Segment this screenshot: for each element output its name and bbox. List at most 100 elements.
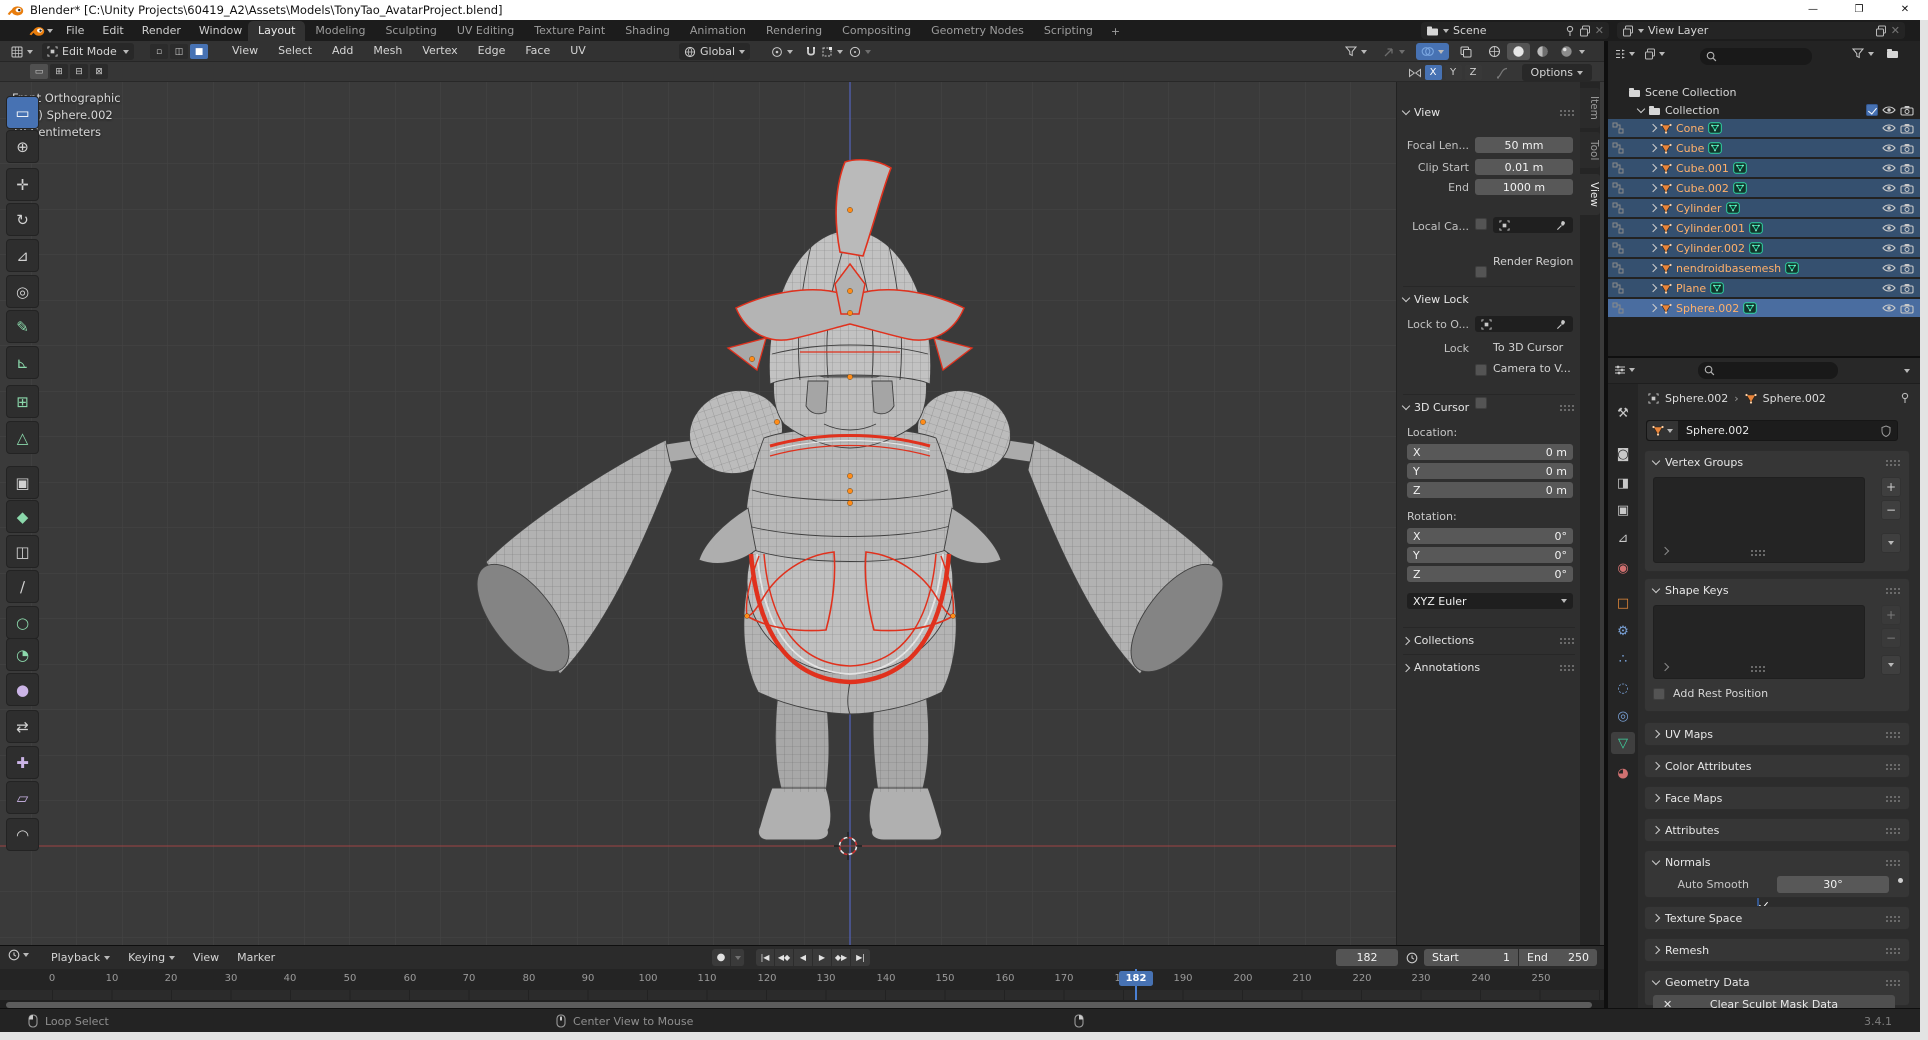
tool-rip-region[interactable]: ◠ <box>6 818 39 851</box>
add-shape-key-button[interactable]: + <box>1881 605 1901 625</box>
menu-view[interactable]: View <box>184 951 228 964</box>
clip-start-field[interactable]: 0.01 m <box>1475 159 1573 175</box>
add-vertex-group-button[interactable]: + <box>1881 477 1901 497</box>
menu-mesh[interactable]: Mesh <box>363 44 412 57</box>
cursor-rot-z-field[interactable]: Z0° <box>1407 566 1573 582</box>
lock-to-object-field[interactable] <box>1475 316 1573 332</box>
camera-icon[interactable] <box>1900 123 1914 134</box>
n-tab-view[interactable]: View <box>1580 174 1600 215</box>
frame-end-field[interactable]: End 250 <box>1519 949 1597 966</box>
tab-animation[interactable]: Animation <box>680 21 756 41</box>
local-camera-checkbox[interactable] <box>1475 218 1487 230</box>
ptab-constraints[interactable]: ◎ <box>1611 705 1635 727</box>
viewport-3d-scene[interactable] <box>0 82 1396 945</box>
tool-scale[interactable]: ⊿ <box>6 239 39 272</box>
eyedropper-icon[interactable] <box>1556 319 1567 330</box>
menu-edge[interactable]: Edge <box>468 44 516 57</box>
mirror-y-button[interactable]: Y <box>1445 65 1462 80</box>
falloff-button[interactable] <box>1491 64 1513 81</box>
menu-window[interactable]: Window <box>190 24 251 37</box>
local-camera-object-field[interactable] <box>1493 217 1573 233</box>
clip-end-field[interactable]: 1000 m <box>1475 179 1573 195</box>
remove-vertex-group-button[interactable]: − <box>1881 500 1901 520</box>
blender-menu-icon[interactable] <box>28 25 45 37</box>
menu-marker[interactable]: Marker <box>228 951 284 964</box>
select-mode-new-button[interactable]: ▭ <box>30 64 48 79</box>
pivot-dropdown[interactable] <box>766 43 798 60</box>
menu-select[interactable]: Select <box>268 44 322 57</box>
close-button[interactable]: ✕ <box>1882 0 1928 20</box>
tab-compositing[interactable]: Compositing <box>832 21 921 41</box>
pin-icon[interactable] <box>1565 25 1575 37</box>
shape-key-specials-button[interactable] <box>1881 655 1901 675</box>
ptab-tool[interactable]: ⚒ <box>1611 402 1635 424</box>
outliner-scene-collection[interactable]: Scene Collection <box>1608 83 1920 101</box>
panel-grip[interactable] <box>1885 859 1901 866</box>
eye-icon[interactable] <box>1882 123 1896 133</box>
remove-shape-key-button[interactable]: − <box>1881 628 1901 648</box>
menu-edit[interactable]: Edit <box>93 24 132 37</box>
view-lock-panel-header[interactable]: View Lock <box>1403 286 1575 306</box>
tool-transform[interactable]: ◎ <box>6 275 39 308</box>
normals-header[interactable]: Normals <box>1645 851 1909 873</box>
panel-grip[interactable] <box>1885 827 1901 834</box>
menu-view[interactable]: View <box>222 44 268 57</box>
render-region-checkbox[interactable] <box>1475 266 1487 278</box>
properties-search[interactable] <box>1698 362 1838 379</box>
mesh-name-field[interactable]: Sphere.002 <box>1646 420 1898 441</box>
scene-selector[interactable]: Scene ✕ <box>1421 22 1609 39</box>
shading-wireframe-button[interactable] <box>1483 43 1506 60</box>
cursor-panel-header[interactable]: 3D Cursor <box>1403 394 1575 414</box>
tool-smooth[interactable]: ● <box>6 673 39 706</box>
eye-icon[interactable] <box>1882 243 1896 253</box>
eye-icon[interactable] <box>1882 203 1896 213</box>
color-attributes-panel[interactable]: Color Attributes <box>1644 754 1910 778</box>
next-keyframe-button[interactable]: ◆▶ <box>832 949 851 966</box>
euler-mode-dropdown[interactable]: XYZ Euler <box>1407 593 1573 609</box>
play-button[interactable]: ▶ <box>813 949 832 966</box>
tab-shading[interactable]: Shading <box>615 21 680 41</box>
disclosure-icon[interactable] <box>1649 184 1657 192</box>
panel-grip[interactable] <box>1885 587 1901 594</box>
tab-scripting[interactable]: Scripting <box>1034 21 1103 41</box>
panel-grip[interactable] <box>1559 109 1575 116</box>
play-reverse-button[interactable]: ◀ <box>794 949 813 966</box>
panel-grip[interactable] <box>1885 979 1901 986</box>
shading-material-button[interactable] <box>1531 43 1554 60</box>
outliner-item-cylinder[interactable]: Cylinder <box>1608 199 1920 217</box>
collections-panel-header[interactable]: Collections <box>1403 627 1575 647</box>
remesh-panel[interactable]: Remesh <box>1644 938 1910 962</box>
ptab-scene[interactable]: ⊿ <box>1611 527 1635 549</box>
texture-space-panel[interactable]: Texture Space <box>1644 906 1910 930</box>
tool-add-cube[interactable]: ⊞ <box>6 385 39 418</box>
jump-to-start-button[interactable]: |◀ <box>756 949 775 966</box>
cursor-rot-y-field[interactable]: Y0° <box>1407 547 1573 563</box>
panel-grip[interactable] <box>1559 637 1575 644</box>
face-maps-panel[interactable]: Face Maps <box>1644 786 1910 810</box>
snap-controls[interactable] <box>800 43 848 60</box>
menu-keying[interactable]: Keying <box>119 951 184 964</box>
ptab-output[interactable]: ◨ <box>1611 472 1635 494</box>
auto-smooth-angle-field[interactable]: 30° <box>1777 876 1889 893</box>
disclosure-icon[interactable] <box>1649 284 1657 292</box>
outliner-item-cone[interactable]: Cone <box>1608 119 1920 137</box>
options-dropdown[interactable]: Options <box>1522 64 1592 81</box>
outliner-display-mode[interactable] <box>1614 48 1665 60</box>
tool-annotate[interactable]: ✎ <box>6 310 39 343</box>
panel-grip[interactable] <box>1559 664 1575 671</box>
panel-grip[interactable] <box>1885 947 1901 954</box>
outliner-item-nendroidbasemesh[interactable]: nendroidbasemesh <box>1608 259 1920 277</box>
outliner-filter[interactable] <box>1852 48 1899 59</box>
disclosure-icon[interactable] <box>1649 304 1657 312</box>
tool-spin[interactable]: ◔ <box>6 638 39 671</box>
vertex-groups-list[interactable] <box>1653 477 1865 563</box>
frame-start-field[interactable]: Start 1 <box>1424 949 1518 966</box>
camera-icon[interactable] <box>1900 163 1914 174</box>
stopwatch-icon[interactable] <box>1406 952 1418 964</box>
copy-icon[interactable] <box>1579 25 1591 37</box>
auto-keyframe-button[interactable]: ● <box>712 949 731 966</box>
camera-icon[interactable] <box>1900 105 1914 116</box>
camera-icon[interactable] <box>1900 283 1914 294</box>
menu-vertex[interactable]: Vertex <box>412 44 467 57</box>
tab-geometry-nodes[interactable]: Geometry Nodes <box>921 21 1034 41</box>
